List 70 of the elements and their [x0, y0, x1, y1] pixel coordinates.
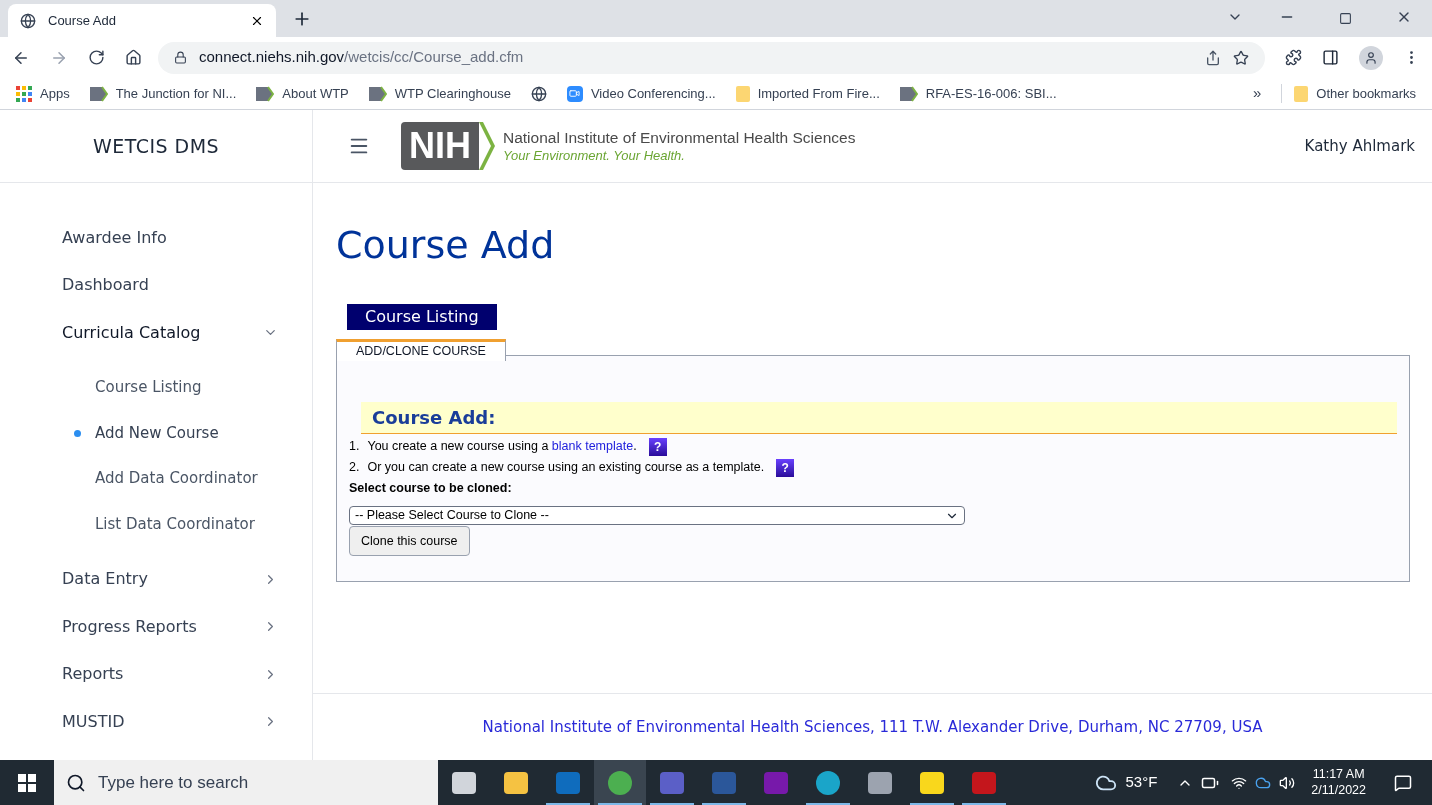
sidebar-item[interactable]: Dashboard — [62, 261, 278, 309]
browser-tab[interactable]: Course Add — [8, 4, 276, 37]
bookmark-item[interactable]: Video Conferencing... — [566, 83, 716, 104]
sidebar-subitem[interactable]: Course Listing — [95, 376, 202, 399]
user-name[interactable]: Kathy Ahlmark — [1304, 134, 1415, 158]
apps-grid-icon — [16, 85, 32, 102]
tab-title: Course Add — [48, 11, 117, 30]
video-camera-icon — [566, 85, 583, 102]
section-title: Course Add: — [372, 406, 496, 430]
folder-icon — [735, 85, 750, 102]
lock-icon — [174, 51, 187, 64]
side-panel-icon[interactable] — [1322, 49, 1339, 66]
bookmark-page-icon — [899, 85, 918, 102]
step-text: You create a new course using a blank template. — [367, 438, 637, 456]
sidebar-subitem[interactable]: List Data Coordinator — [95, 513, 255, 536]
sidebar-item[interactable]: Progress Reports — [62, 602, 278, 651]
tab[interactable]: ADD/CLONE COURSE — [336, 339, 506, 361]
globe-icon — [20, 12, 36, 29]
taskbar-search-field[interactable]: Type here to search — [54, 760, 438, 805]
bookmark-item[interactable]: The Junction for NI... — [89, 83, 237, 104]
bookmark-item[interactable]: Apps — [16, 83, 70, 104]
org-name: National Institute of Environmental Health Sciences — [503, 128, 856, 148]
bookmarks-overflow[interactable]: » — [1252, 82, 1262, 105]
logo-chevron-icon — [479, 122, 495, 170]
home-icon[interactable] — [125, 49, 142, 66]
brand-title: WETCIS DMS — [92, 133, 220, 159]
page-title: Course Add — [336, 226, 556, 264]
select-label: Select course to be cloned: — [349, 479, 513, 497]
bookmark-item[interactable]: WTP Clearinghouse — [368, 83, 511, 104]
sidebar-subitem[interactable]: Add New Course — [95, 421, 219, 445]
sidebar-item[interactable]: MUSTID — [62, 697, 278, 746]
step-number: 1. — [349, 438, 360, 456]
other-bookmarks[interactable]: Other bookmarks — [1281, 83, 1416, 104]
address-bar[interactable]: connect.niehs.nih.gov/wetcis/cc/Course_add.cfm — [158, 41, 1265, 74]
bookmark-page-icon — [256, 85, 275, 102]
url-text: connect.niehs.nih.gov/wetcis/cc/Course_add.cfm — [199, 47, 525, 68]
weather-text[interactable]: 53°F — [1125, 771, 1158, 794]
volume-icon[interactable] — [1279, 774, 1296, 791]
logo-mark: NIH — [401, 122, 479, 170]
extensions-icon[interactable] — [1285, 49, 1302, 66]
clone-course-button[interactable]: Clone this course — [349, 526, 470, 556]
folder-icon — [1294, 85, 1309, 102]
org-tagline: Your Environment. Your Health. — [503, 147, 686, 164]
search-icon — [66, 772, 86, 793]
bookmark-item[interactable]: RFA-ES-16-006: SBI... — [899, 83, 1057, 104]
help-icon[interactable]: ? — [648, 437, 667, 456]
sidebar-item[interactable]: Curricula Catalog — [62, 309, 278, 357]
globe-icon — [530, 85, 547, 102]
sidebar-item[interactable]: Reports — [62, 650, 278, 698]
help-icon[interactable]: ? — [776, 458, 795, 477]
sidebar-item[interactable]: Data Entry — [62, 555, 278, 603]
share-icon[interactable] — [1205, 49, 1221, 66]
course-listing-button[interactable]: Course Listing — [347, 304, 497, 330]
taskbar-app[interactable] — [594, 760, 646, 805]
step-number: 2. — [349, 459, 360, 477]
step-text: Or you can create a new course using an existing course as a template. — [367, 459, 765, 477]
course-select[interactable]: -- Please Select Course to Clone -- — [349, 506, 965, 525]
sidebar-item[interactable]: Awardee Info — [62, 214, 278, 262]
bookmark-page-icon — [368, 85, 387, 102]
sidebar-subitem[interactable]: Add Data Coordinator — [95, 467, 258, 490]
notifications-icon[interactable] — [1394, 773, 1412, 792]
footer-address: National Institute of Environmental Health Sciences, 111 T.W. Alexander Drive, Durham, NC 27709, USA — [482, 716, 1263, 738]
clock[interactable]: 11:17 AM 2/11/2022 — [1311, 766, 1366, 799]
bookmark-item[interactable]: Imported From Fire... — [735, 83, 880, 104]
star-icon[interactable] — [1233, 49, 1249, 66]
reload-icon[interactable] — [88, 49, 105, 66]
bookmark-item[interactable]: About WTP — [256, 83, 349, 104]
profile-icon[interactable] — [1359, 45, 1383, 70]
restore-icon[interactable] — [1339, 12, 1352, 25]
bookmark-page-icon — [89, 85, 108, 102]
